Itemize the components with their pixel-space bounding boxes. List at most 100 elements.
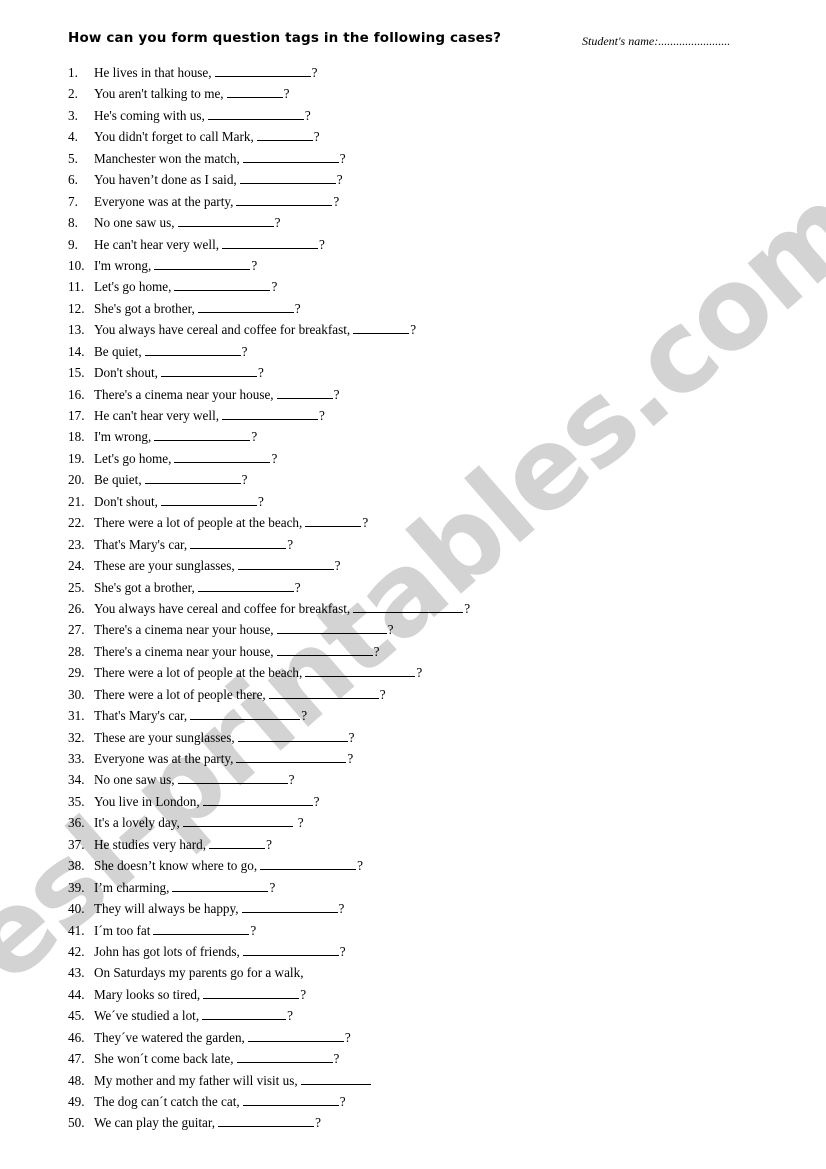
question-number: 45. (68, 1008, 85, 1024)
question-text: There were a lot of people at the beach, (94, 515, 303, 531)
question-text: There were a lot of people there, (94, 686, 266, 702)
question-item: 11. Let's go home,? (0, 276, 826, 297)
answer-blank[interactable] (174, 450, 271, 463)
question-text: You live in London, (94, 793, 200, 809)
question-item: 7. Everyone was at the party,? (0, 191, 826, 212)
question-body: She doesn’t know where to go,? (94, 855, 363, 876)
question-text: These are your sunglasses, (94, 558, 235, 574)
answer-blank[interactable] (222, 407, 319, 420)
question-mark: ? (464, 600, 471, 616)
answer-blank[interactable] (276, 643, 373, 656)
answer-blank[interactable] (256, 128, 313, 142)
question-number: 27. (68, 622, 85, 638)
question-body: They´ve watered the garden,? (94, 1027, 351, 1048)
question-text: I'm wrong, (94, 257, 152, 273)
question-number: 8. (68, 215, 78, 231)
answer-blank[interactable] (241, 900, 338, 914)
question-body: There's a cinema near your house,? (94, 384, 339, 405)
answer-blank[interactable] (202, 1007, 287, 1021)
question-item: 14. Be quiet,? (0, 341, 826, 362)
answer-blank[interactable] (197, 579, 294, 592)
question-number: 43. (68, 965, 85, 981)
answer-blank[interactable] (160, 364, 257, 378)
answer-blank[interactable] (214, 64, 311, 77)
answer-blank[interactable] (247, 1029, 344, 1042)
question-body: I´m too fat? (94, 920, 256, 941)
question-number: 19. (68, 450, 85, 466)
answer-blank[interactable] (174, 278, 271, 292)
answer-blank[interactable] (177, 214, 274, 228)
answer-blank[interactable] (190, 707, 301, 721)
question-mark: ? (379, 686, 386, 702)
question-number: 10. (68, 257, 85, 273)
answer-blank[interactable] (154, 257, 251, 270)
question-mark: ? (348, 729, 355, 745)
answer-blank[interactable] (144, 471, 241, 485)
question-text: Mary looks so tired, (94, 986, 201, 1002)
answer-blank[interactable] (305, 514, 362, 528)
answer-blank[interactable] (203, 986, 300, 999)
question-body: You aren't talking to me,? (94, 83, 289, 104)
student-name-field[interactable]: Student's name:........................ (582, 34, 730, 49)
question-body: She's got a brother,? (94, 298, 301, 319)
answer-blank[interactable] (182, 814, 293, 828)
answer-blank[interactable] (209, 836, 266, 849)
answer-blank[interactable] (236, 193, 333, 206)
answer-blank[interactable] (218, 1114, 315, 1128)
answer-blank[interactable] (160, 493, 257, 506)
answer-blank[interactable] (237, 729, 348, 742)
answer-blank[interactable] (236, 1050, 333, 1064)
question-text: That's Mary's car, (94, 708, 188, 724)
answer-blank[interactable] (276, 621, 387, 635)
question-item: 20. Be quiet,? (0, 469, 826, 490)
worksheet-header: How can you form question tags in the fo… (0, 30, 826, 56)
answer-blank[interactable] (172, 879, 269, 892)
answer-blank[interactable] (207, 107, 304, 120)
question-mark: ? (339, 150, 346, 166)
answer-blank[interactable] (197, 300, 294, 313)
question-mark: ? (251, 257, 258, 273)
answer-blank[interactable] (353, 600, 464, 613)
answer-blank[interactable] (237, 557, 334, 571)
question-number: 28. (68, 643, 85, 659)
answer-blank[interactable] (260, 857, 357, 871)
question-mark: ? (266, 836, 272, 852)
question-number: 31. (68, 708, 85, 724)
answer-blank[interactable] (242, 943, 339, 956)
answer-blank[interactable] (300, 1072, 371, 1085)
answer-blank[interactable] (177, 771, 288, 785)
question-text: No one saw us, (94, 772, 175, 788)
answer-blank[interactable] (239, 171, 336, 185)
answer-blank[interactable] (353, 321, 410, 335)
question-item: 29. There were a lot of people at the bea… (0, 662, 826, 683)
answer-blank[interactable] (305, 664, 416, 678)
question-text: Don't shout, (94, 493, 158, 509)
answer-blank[interactable] (236, 750, 347, 763)
answer-blank[interactable] (242, 1093, 339, 1106)
question-item: 16. There's a cinema near your house,? (0, 384, 826, 405)
question-mark: ? (287, 1008, 293, 1024)
question-mark: ? (287, 536, 294, 552)
answer-blank[interactable] (144, 343, 241, 356)
question-text: I'm wrong, (94, 429, 152, 445)
question-number: 49. (68, 1094, 85, 1109)
answer-blank[interactable] (268, 686, 379, 699)
question-number: 22. (68, 515, 85, 531)
question-number: 12. (68, 300, 85, 316)
answer-blank[interactable] (153, 922, 250, 935)
answer-blank[interactable] (202, 793, 313, 806)
question-mark: ? (333, 193, 340, 209)
answer-blank[interactable] (242, 150, 339, 163)
answer-blank[interactable] (154, 428, 251, 442)
question-item: 18. I'm wrong,? (0, 426, 826, 447)
answer-blank[interactable] (226, 85, 283, 99)
question-text: He can't hear very well, (94, 236, 220, 252)
question-number: 4. (68, 129, 78, 145)
answer-blank[interactable] (222, 236, 319, 249)
question-mark: ? (304, 107, 311, 123)
answer-blank[interactable] (190, 536, 287, 549)
answer-blank[interactable] (276, 386, 333, 399)
question-item: 24. These are your sunglasses,? (0, 555, 826, 576)
question-text: There's a cinema near your house, (94, 386, 274, 402)
question-text: You haven’t done as I said, (94, 172, 237, 188)
